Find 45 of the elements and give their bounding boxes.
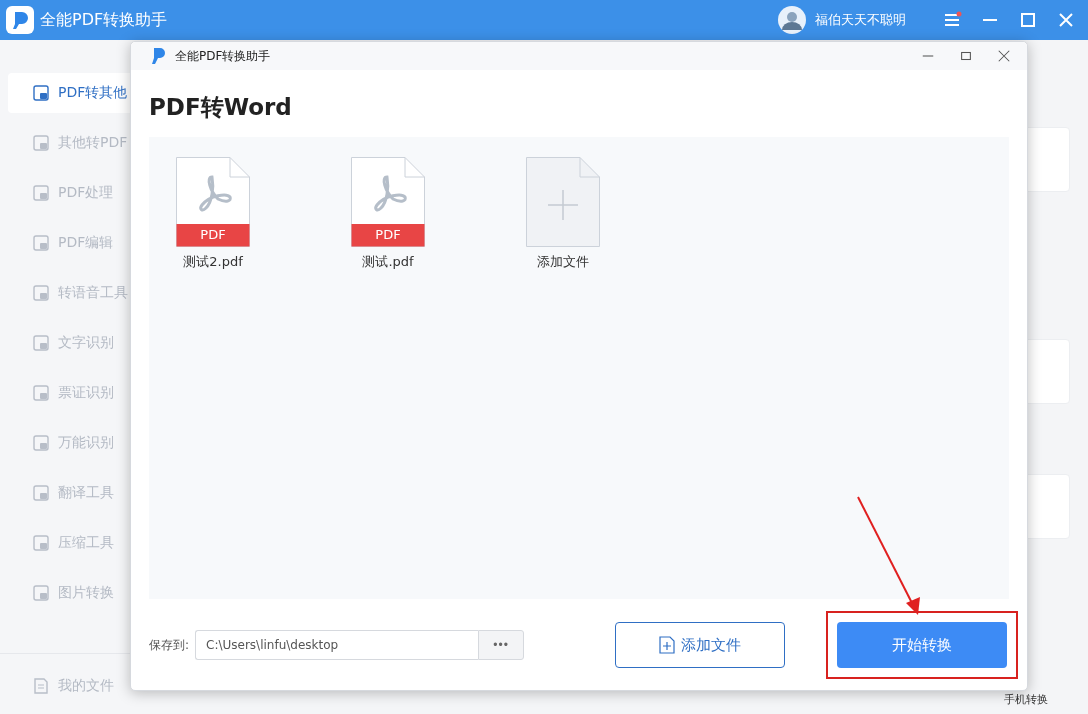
document-icon xyxy=(32,584,50,602)
sidebar-item[interactable]: 压缩工具 xyxy=(8,523,172,563)
sidebar-item[interactable]: PDF编辑 xyxy=(8,223,172,263)
sidebar-item[interactable]: PDF处理 xyxy=(8,173,172,213)
document-icon xyxy=(32,334,50,352)
sidebar-item[interactable]: 票证识别 xyxy=(8,373,172,413)
file-type-label: PDF xyxy=(375,226,401,244)
dialog-title: 全能PDF转换助手 xyxy=(175,47,271,65)
document-icon xyxy=(32,284,50,302)
file-name[interactable]: 测试2.pdf xyxy=(183,253,243,271)
maximize-icon[interactable] xyxy=(1018,10,1038,30)
browse-button[interactable]: ••• xyxy=(478,630,525,660)
add-file-button[interactable]: 添加文件 xyxy=(615,622,785,668)
tool-label: 手机转换 xyxy=(1004,693,1048,706)
logo-icon xyxy=(6,6,34,34)
document-icon xyxy=(32,534,50,552)
maximize-icon[interactable] xyxy=(959,49,973,63)
file-name[interactable]: 测试.pdf xyxy=(362,253,414,271)
file-icon xyxy=(32,677,50,695)
sidebar-item[interactable]: 万能识别 xyxy=(8,423,172,463)
file-name[interactable]: 添加文件 xyxy=(537,253,589,271)
save-to-label: 保存到: xyxy=(149,636,190,654)
close-icon[interactable] xyxy=(997,49,1011,63)
add-file-icon xyxy=(659,636,675,654)
sidebar-item[interactable]: 我的文件 xyxy=(8,666,172,706)
document-icon xyxy=(32,384,50,402)
document-icon xyxy=(32,434,50,452)
sidebar-item[interactable]: 文字识别 xyxy=(8,323,172,363)
save-path-field[interactable]: C:\Users\linfu\desktop xyxy=(195,630,479,660)
user-name[interactable]: 福伯天天不聪明 xyxy=(815,11,906,29)
document-icon xyxy=(32,184,50,202)
start-convert-button[interactable]: 开始转换 xyxy=(837,622,1007,668)
pdf-file-icon[interactable] xyxy=(351,157,425,247)
document-icon xyxy=(32,84,50,102)
document-icon xyxy=(32,134,50,152)
file-type-label: PDF xyxy=(200,226,226,244)
avatar-icon[interactable] xyxy=(778,6,806,34)
sidebar-item[interactable]: 翻译工具 xyxy=(8,473,172,513)
app-title: 全能PDF转换助手 xyxy=(40,9,168,31)
pdf-file-icon[interactable] xyxy=(176,157,250,247)
document-icon xyxy=(32,484,50,502)
document-icon xyxy=(32,234,50,252)
sidebar-item[interactable]: 转语音工具 xyxy=(8,273,172,313)
sidebar-item[interactable]: 其他转PDF xyxy=(8,123,172,163)
sidebar-item[interactable]: 图片转换 xyxy=(8,573,172,613)
